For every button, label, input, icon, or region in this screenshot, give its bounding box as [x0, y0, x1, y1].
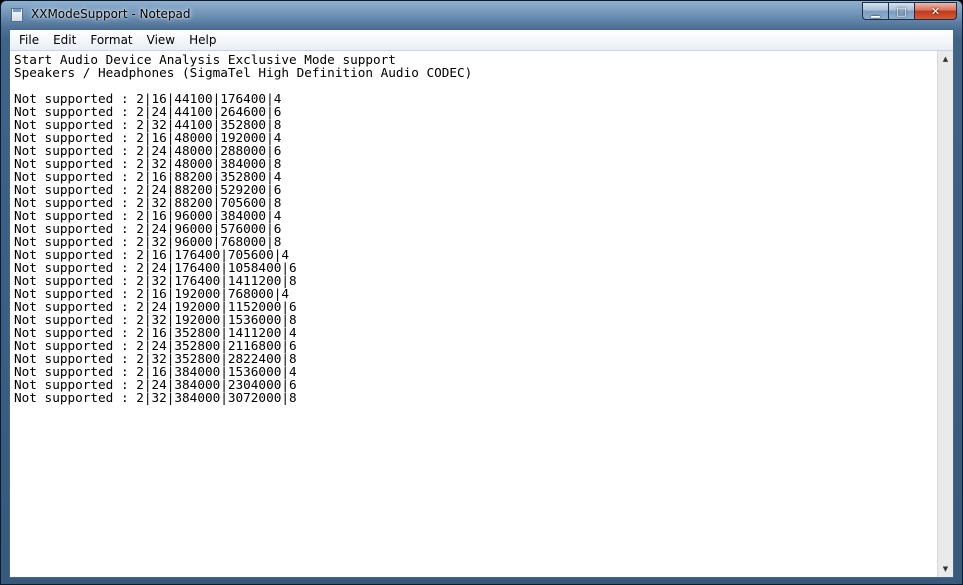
notepad-icon[interactable]	[11, 8, 23, 22]
menu-edit[interactable]: Edit	[47, 30, 82, 50]
title-bar[interactable]: XXModeSupport - Notepad ▁ □ ✕	[1, 1, 962, 29]
menu-file[interactable]: File	[13, 30, 45, 50]
menu-format[interactable]: Format	[84, 30, 138, 50]
close-button[interactable]: ✕	[914, 2, 957, 20]
vertical-scrollbar[interactable]: ▲ ▼	[937, 51, 953, 577]
close-icon: ✕	[930, 4, 941, 18]
menu-bar: File Edit Format View Help	[10, 30, 953, 51]
text-line: Speakers / Headphones (SigmaTel High Def…	[14, 65, 473, 80]
maximize-icon: □	[896, 4, 907, 18]
scroll-up-button[interactable]: ▲	[938, 51, 953, 67]
menu-view[interactable]: View	[141, 30, 181, 50]
menu-help[interactable]: Help	[183, 30, 222, 50]
notepad-window: XXModeSupport - Notepad ▁ □ ✕ File Edit …	[0, 0, 963, 585]
window-title: XXModeSupport - Notepad	[31, 7, 191, 21]
maximize-button[interactable]: □	[888, 2, 914, 20]
scroll-up-icon: ▲	[942, 55, 949, 63]
scroll-down-button[interactable]: ▼	[938, 561, 953, 577]
document-text[interactable]: Start Audio Device Analysis Exclusive Mo…	[10, 51, 937, 404]
client-area: File Edit Format View Help Start Audio D…	[9, 29, 954, 578]
minimize-button[interactable]: ▁	[862, 2, 888, 20]
scroll-down-icon: ▼	[942, 565, 949, 573]
text-editor[interactable]: Start Audio Device Analysis Exclusive Mo…	[10, 51, 937, 577]
minimize-icon: ▁	[871, 4, 880, 18]
text-line: Not supported : 2|32|384000|3072000|8	[14, 390, 297, 405]
caption-buttons: ▁ □ ✕	[862, 2, 957, 21]
